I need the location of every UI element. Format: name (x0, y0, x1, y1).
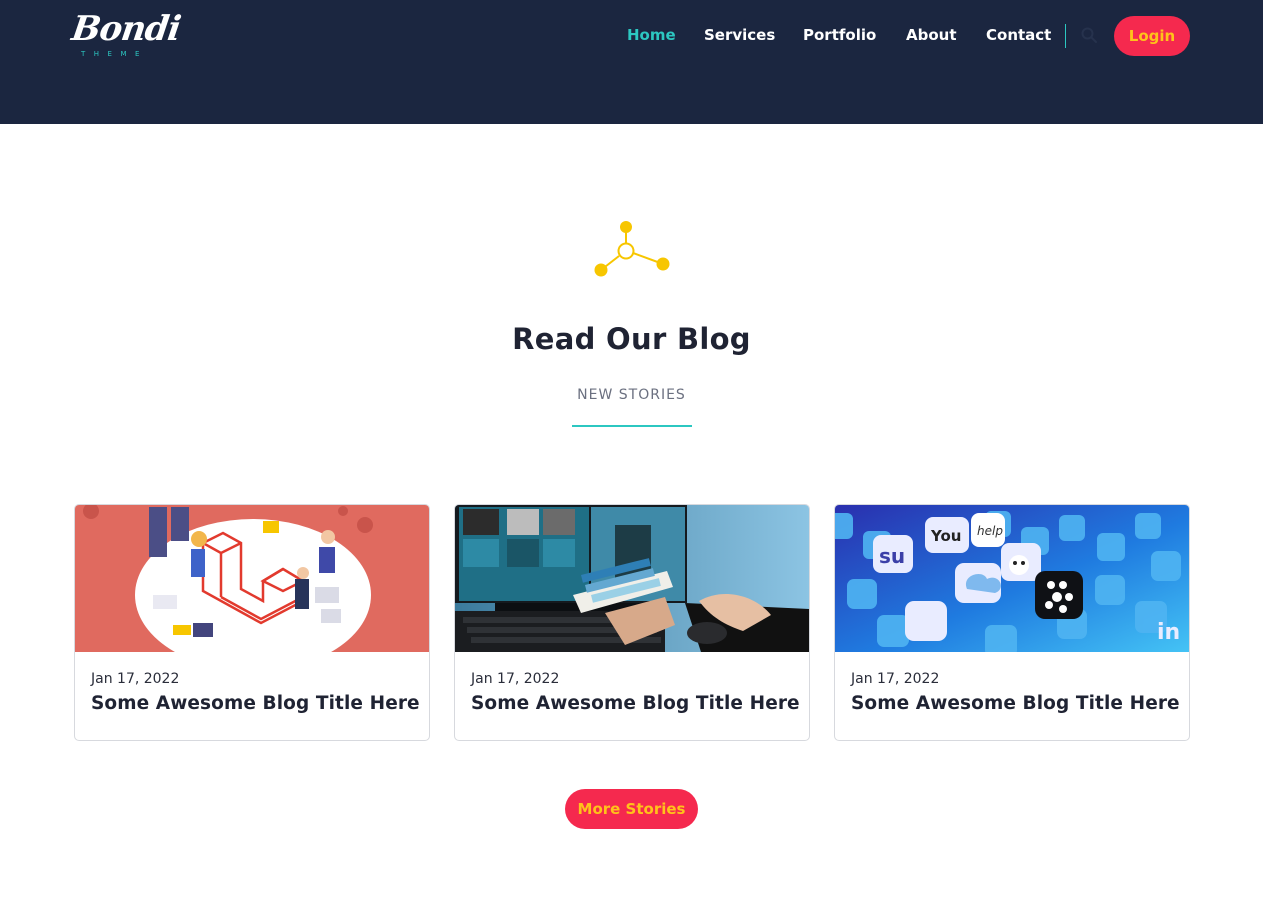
more-stories-button[interactable]: More Stories (565, 789, 698, 829)
section-title: Read Our Blog (512, 322, 751, 356)
blog-card[interactable]: su You help in Jan 17, 2022 Some Awesome… (834, 504, 1190, 741)
blog-card-image[interactable] (75, 505, 429, 652)
blog-card-date: Jan 17, 2022 (91, 671, 180, 687)
nav-item-home[interactable]: Home (627, 25, 676, 45)
search-icon[interactable] (1080, 26, 1098, 44)
blog-card-image[interactable] (455, 505, 809, 652)
main-nav: Home Services Portfolio About Contact Lo… (0, 0, 1263, 72)
nav-item-portfolio[interactable]: Portfolio (803, 25, 876, 45)
blog-card[interactable]: Jan 17, 2022 Some Awesome Blog Title Her… (454, 504, 810, 741)
section-underline (572, 425, 692, 427)
blog-card-date: Jan 17, 2022 (471, 671, 560, 687)
nav-item-services[interactable]: Services (704, 25, 775, 45)
nav-item-contact[interactable]: Contact (986, 25, 1051, 45)
svg-text:in: in (1157, 620, 1180, 645)
blog-card-title[interactable]: Some Awesome Blog Title Here (851, 693, 1180, 714)
blog-card-title[interactable]: Some Awesome Blog Title Here (91, 693, 420, 714)
site-header: Bondi THEME Home Services Portfolio Abou… (0, 0, 1263, 124)
nav-item-about[interactable]: About (906, 25, 957, 45)
blog-card-date: Jan 17, 2022 (851, 671, 940, 687)
svg-text:su: su (879, 544, 905, 568)
blog-card[interactable]: Jan 17, 2022 Some Awesome Blog Title Her… (74, 504, 430, 741)
blog-card-title[interactable]: Some Awesome Blog Title Here (471, 693, 800, 714)
svg-text:You: You (930, 527, 961, 545)
blog-card-image[interactable]: su You help in (835, 505, 1189, 652)
login-button[interactable]: Login (1114, 16, 1190, 56)
share-nodes-icon (589, 215, 675, 285)
section-subtitle: NEW STORIES (577, 387, 686, 403)
nav-divider (1065, 24, 1066, 48)
svg-text:help: help (977, 524, 1003, 538)
